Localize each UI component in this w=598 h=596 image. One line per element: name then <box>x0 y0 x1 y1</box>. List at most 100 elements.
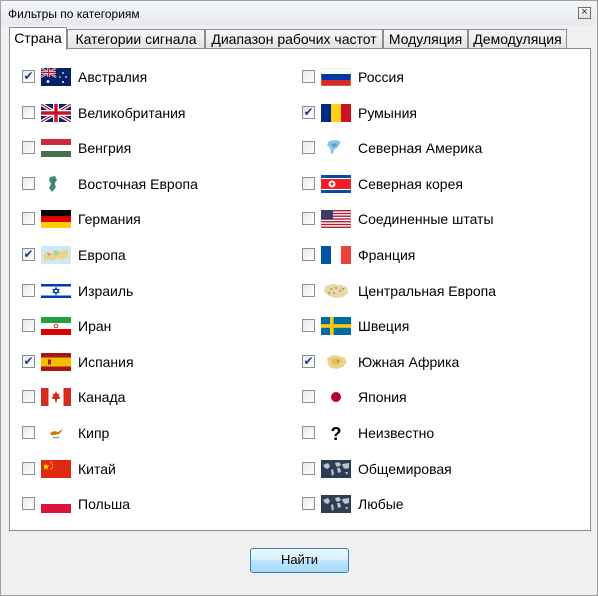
country-checkbox[interactable] <box>302 319 315 333</box>
central-europe-map-icon <box>321 281 351 300</box>
romania-flag-icon <box>321 103 351 122</box>
country-checkbox[interactable]: ✔ <box>302 105 315 119</box>
country-row[interactable]: Китай <box>22 458 282 480</box>
country-checkbox[interactable] <box>22 461 35 475</box>
country-label: Южная Африка <box>358 353 460 370</box>
country-row[interactable]: Соединенные штаты <box>302 208 562 230</box>
country-row[interactable]: Швеция <box>302 315 562 337</box>
tab-frequency-range[interactable]: Диапазон рабочих частот <box>205 29 383 48</box>
country-label: Швеция <box>358 318 410 335</box>
country-row[interactable]: Восточная Европа <box>22 173 282 195</box>
country-row[interactable]: Венгрия <box>22 137 282 159</box>
israel-flag-icon <box>41 281 71 300</box>
country-checkbox[interactable] <box>22 390 35 404</box>
country-row[interactable]: Северная Америка <box>302 137 562 159</box>
world-map-icon <box>321 459 351 478</box>
close-icon[interactable]: × <box>578 7 591 19</box>
canada-flag-icon <box>41 388 71 407</box>
sweden-flag-icon <box>321 317 351 336</box>
country-row[interactable]: ✔ Австралия <box>22 66 282 88</box>
find-button[interactable]: Найти <box>250 548 349 573</box>
country-checkbox[interactable] <box>22 497 35 511</box>
country-label: Неизвестно <box>358 425 435 441</box>
europe-map-icon <box>41 246 71 264</box>
tab-signal-category[interactable]: Категории сигнала <box>67 29 205 48</box>
country-row[interactable]: ✔ Испания <box>22 351 282 373</box>
country-row[interactable]: Япония <box>302 386 562 408</box>
country-label: Северная корея <box>358 175 463 192</box>
country-checkbox[interactable]: ✔ <box>22 248 35 261</box>
country-checkbox[interactable] <box>22 212 35 226</box>
country-checkbox[interactable]: ✔ <box>22 354 35 368</box>
country-checkbox[interactable] <box>302 390 315 404</box>
country-row[interactable]: Иран <box>22 315 282 337</box>
country-label: Польша <box>78 496 131 513</box>
country-checkbox[interactable] <box>302 141 315 155</box>
country-checkbox[interactable] <box>22 319 35 333</box>
country-checkbox[interactable] <box>302 248 315 261</box>
country-label: Любые <box>358 496 404 513</box>
country-label: Канада <box>78 389 126 406</box>
country-label: Германия <box>78 211 141 228</box>
country-row[interactable]: Германия <box>22 208 282 230</box>
country-row[interactable]: Общемировая <box>302 458 562 480</box>
country-label: Соединенные штаты <box>358 211 494 228</box>
eastern-europe-map-icon <box>41 174 71 193</box>
usa-flag-icon <box>321 210 351 229</box>
country-row[interactable]: Израиль <box>22 280 282 302</box>
country-row[interactable]: ✔ Южная Африка <box>302 351 562 373</box>
country-checkbox[interactable] <box>302 497 315 511</box>
tab-country[interactable]: Страна <box>9 27 67 50</box>
country-row[interactable]: Канада <box>22 386 282 408</box>
country-checkbox[interactable] <box>22 176 35 190</box>
country-row[interactable]: ? Неизвестно <box>302 422 562 444</box>
tab-strip: Страна Категории сигнала Диапазон рабочи… <box>9 27 589 50</box>
country-checkbox[interactable] <box>302 176 315 190</box>
country-row[interactable]: Россия <box>302 66 562 88</box>
north-america-map-icon <box>321 139 351 158</box>
spain-flag-icon <box>41 352 71 371</box>
country-checkbox[interactable] <box>302 283 315 297</box>
country-checkbox[interactable] <box>22 283 35 297</box>
country-row[interactable]: ✔ Европа <box>22 244 282 266</box>
country-row[interactable]: Польша <box>22 493 282 515</box>
australia-flag-icon <box>41 68 71 86</box>
country-row[interactable]: Великобритания <box>22 102 282 124</box>
country-row[interactable]: Кипр <box>22 422 282 444</box>
filter-dialog: Фильтры по категориям × Страна Категории… <box>0 0 598 596</box>
china-flag-icon <box>41 459 71 478</box>
poland-flag-icon <box>41 495 71 514</box>
country-label: Центральная Европа <box>358 282 497 299</box>
tab-modulation[interactable]: Модуляция <box>383 29 468 48</box>
country-row[interactable]: Франция <box>302 244 562 266</box>
country-label: Румыния <box>358 104 418 121</box>
country-row[interactable]: Центральная Европа <box>302 280 562 302</box>
country-label: Иран <box>78 318 112 335</box>
russia-flag-icon <box>321 68 351 86</box>
country-row[interactable]: ✔ Румыния <box>302 102 562 124</box>
country-checkbox[interactable] <box>22 141 35 155</box>
country-label: Северная Америка <box>358 140 483 157</box>
country-label: Австралия <box>78 69 148 85</box>
uk-flag-icon <box>41 103 71 122</box>
country-checkbox[interactable] <box>302 70 315 83</box>
hungary-flag-icon <box>41 139 71 158</box>
country-checkbox[interactable]: ✔ <box>22 70 35 83</box>
japan-flag-icon <box>321 388 351 407</box>
country-label: Россия <box>358 69 404 85</box>
country-row[interactable]: Северная корея <box>302 173 562 195</box>
country-label: Общемировая <box>358 460 452 477</box>
country-checkbox[interactable]: ✔ <box>302 354 315 368</box>
country-label: Кипр <box>78 425 110 441</box>
country-checkbox[interactable] <box>302 426 315 439</box>
country-label: Восточная Европа <box>78 175 198 192</box>
country-row[interactable]: Любые <box>302 493 562 515</box>
country-checkbox[interactable] <box>302 212 315 226</box>
tab-demodulation[interactable]: Демодуляция <box>468 29 567 48</box>
country-checkbox[interactable] <box>22 426 35 439</box>
iran-flag-icon <box>41 317 71 336</box>
country-label: Израиль <box>78 282 134 299</box>
world-map-icon <box>321 495 351 514</box>
country-checkbox[interactable] <box>302 461 315 475</box>
country-checkbox[interactable] <box>22 105 35 119</box>
